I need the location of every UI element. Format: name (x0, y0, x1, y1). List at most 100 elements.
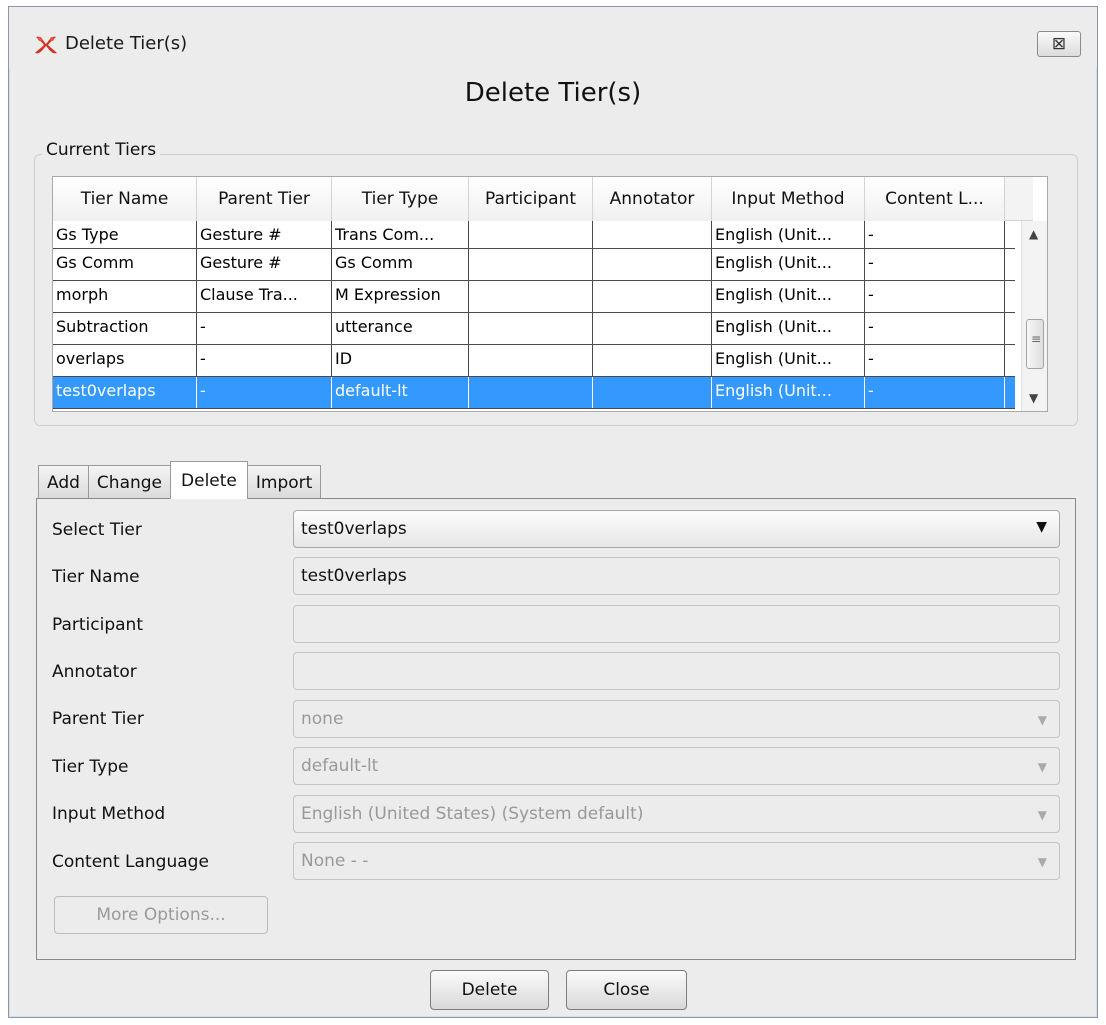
content-language-value: None - - (301, 851, 369, 871)
grip-icon: ≡ (1031, 332, 1042, 346)
column-header-parent-tier[interactable]: Parent Tier (197, 177, 332, 221)
table-cell-input-method: English (Unit... (712, 249, 865, 280)
table-row[interactable]: morph Clause Tra... M Expression English (U… (53, 281, 1015, 313)
table-cell-tier-name: overlaps (53, 345, 197, 376)
scroll-thumb[interactable]: ≡ (1026, 319, 1044, 369)
table-cell-tier-type: Gs Comm (332, 249, 469, 280)
table-cell-participant (469, 221, 593, 248)
chevron-down-icon: ▼ (1037, 713, 1047, 727)
input-method-label: Input Method (52, 804, 166, 824)
tab-delete[interactable]: Delete (170, 461, 248, 499)
table-cell-parent-tier: - (197, 345, 332, 376)
table-cell-annotator (593, 221, 712, 248)
table-header: Tier Name Parent Tier Tier Type Participant… (53, 177, 1033, 221)
table-cell-input-method: English (Unit... (712, 221, 865, 248)
table-cell-tier-type: ID (332, 345, 469, 376)
more-options-button: More Options... (54, 896, 268, 934)
column-header-tier-type[interactable]: Tier Type (332, 177, 469, 221)
annotator-field[interactable] (293, 652, 1060, 690)
table-row[interactable]: overlaps - ID English (Unit... - (53, 345, 1015, 377)
window-title: Delete Tier(s) (65, 33, 188, 54)
tier-type-value: default-lt (301, 756, 379, 776)
annotator-label: Annotator (52, 662, 137, 682)
vertical-scrollbar[interactable]: ▲ ≡ ▼ (1021, 221, 1047, 411)
tier-name-value: test0verlaps (301, 566, 407, 586)
table-cell-parent-tier: - (197, 377, 332, 408)
column-header-input-method[interactable]: Input Method (712, 177, 865, 221)
table-cell-content-language: - (865, 313, 1005, 344)
tab-import[interactable]: Import (246, 465, 322, 499)
participant-label: Participant (52, 615, 144, 635)
chevron-down-icon: ▼ (1037, 855, 1047, 869)
column-header-annotator[interactable]: Annotator (593, 177, 712, 221)
select-tier-label: Select Tier (52, 520, 142, 540)
table-cell-content-language: - (865, 221, 1005, 248)
tier-name-label: Tier Name (52, 567, 140, 587)
table-cell-tier-name: Gs Type (53, 221, 197, 248)
tab-add[interactable]: Add (38, 465, 89, 499)
table-row[interactable]: Gs Type Gesture # Trans Com... English (Uni… (53, 221, 1015, 249)
column-header-tier-name[interactable]: Tier Name (53, 177, 197, 221)
table-cell-tier-type: M Expression (332, 281, 469, 312)
table-cell-tier-type: default-lt (332, 377, 469, 408)
table-row[interactable]: Subtraction - utterance English (Unit... - (53, 313, 1015, 345)
tab-bar: Add Change Delete Import (38, 461, 322, 499)
table-cell-tier-name: test0verlaps (53, 377, 197, 408)
chevron-down-icon: ▼ (1037, 808, 1047, 822)
content-language-label: Content Language (52, 852, 209, 872)
title-bar: Delete Tier(s) ⊠ (9, 7, 1097, 69)
participant-field[interactable] (293, 605, 1060, 643)
parent-tier-label: Parent Tier (52, 709, 144, 729)
tiers-table: Tier Name Parent Tier Tier Type Participant… (52, 176, 1048, 412)
tier-name-field[interactable]: test0verlaps (293, 557, 1060, 595)
table-cell-content-language: - (865, 345, 1005, 376)
dialog-heading: Delete Tier(s) (464, 78, 642, 108)
delete-button[interactable]: Delete (430, 970, 549, 1010)
table-cell-input-method: English (Unit... (712, 313, 865, 344)
select-tier-dropdown[interactable]: test0verlaps ▼ (293, 510, 1060, 548)
parent-tier-value: none (301, 709, 344, 729)
tab-change[interactable]: Change (87, 465, 172, 499)
chevron-down-icon: ▼ (1036, 519, 1047, 535)
tier-type-label: Tier Type (52, 757, 129, 777)
table-cell-parent-tier: Gesture # (197, 249, 332, 280)
table-cell-content-language: - (865, 249, 1005, 280)
close-icon: ⊠ (1051, 34, 1067, 54)
close-window-button[interactable]: ⊠ (1037, 31, 1081, 57)
scroll-down-arrow-icon[interactable]: ▼ (1029, 391, 1038, 405)
table-cell-participant (469, 313, 593, 344)
table-row[interactable]: test0verlaps - default-lt English (Unit... - (53, 377, 1015, 409)
table-body: Gs Type Gesture # Trans Com... English (Uni… (53, 221, 1015, 409)
close-button[interactable]: Close (566, 970, 687, 1010)
column-header-participant[interactable]: Participant (469, 177, 593, 221)
input-method-value: English (United States) (System default) (301, 804, 644, 824)
table-cell-input-method: English (Unit... (712, 281, 865, 312)
scroll-up-arrow-icon[interactable]: ▲ (1029, 227, 1038, 241)
table-cell-annotator (593, 249, 712, 280)
table-cell-annotator (593, 345, 712, 376)
table-cell-parent-tier: Gesture # (197, 221, 332, 248)
column-header-content-language[interactable]: Content L... (865, 177, 1005, 221)
table-cell-annotator (593, 377, 712, 408)
table-cell-participant (469, 249, 593, 280)
parent-tier-dropdown: none ▼ (293, 700, 1060, 738)
table-cell-input-method: English (Unit... (712, 345, 865, 376)
table-cell-participant (469, 281, 593, 312)
table-cell-content-language: - (865, 281, 1005, 312)
table-cell-content-language: - (865, 377, 1005, 408)
select-tier-value: test0verlaps (301, 519, 407, 539)
input-method-dropdown: English (United States) (System default)… (293, 795, 1060, 833)
table-cell-tier-type: Trans Com... (332, 221, 469, 248)
table-cell-parent-tier: Clause Tra... (197, 281, 332, 312)
content-language-dropdown: None - - ▼ (293, 842, 1060, 880)
table-cell-annotator (593, 281, 712, 312)
table-cell-input-method: English (Unit... (712, 377, 865, 408)
table-cell-participant (469, 345, 593, 376)
chevron-down-icon: ▼ (1037, 760, 1047, 774)
app-logo-icon (35, 36, 57, 54)
current-tiers-label: Current Tiers (42, 140, 161, 160)
table-cell-tier-name: morph (53, 281, 197, 312)
table-cell-tier-type: utterance (332, 313, 469, 344)
table-cell-annotator (593, 313, 712, 344)
table-row[interactable]: Gs Comm Gesture # Gs Comm English (Unit... - (53, 249, 1015, 281)
